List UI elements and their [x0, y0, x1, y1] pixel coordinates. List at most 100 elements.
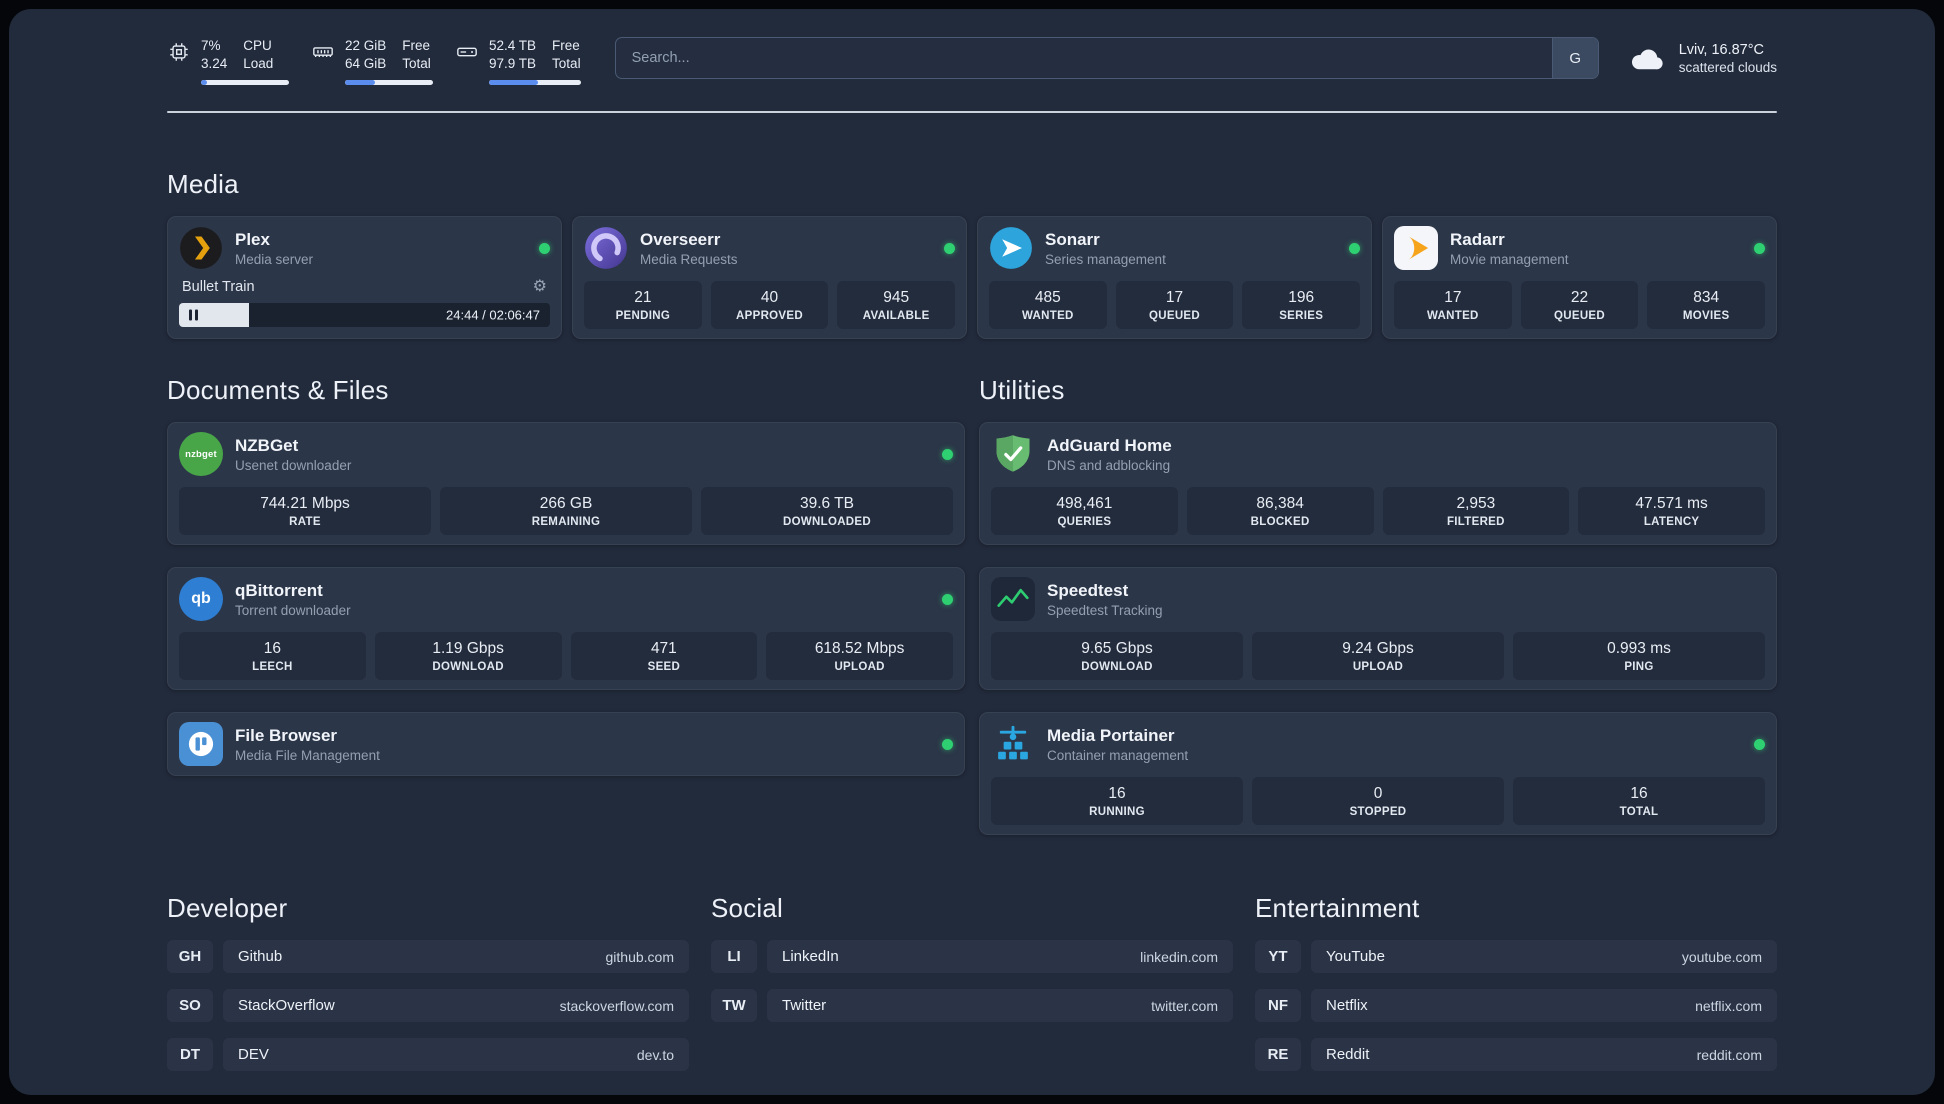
sonarr-card[interactable]: Sonarr Series management 485 WANTED 17 Q…	[977, 216, 1372, 339]
ram-labels: Free Total	[402, 38, 431, 71]
documents-section-title: Documents & Files	[167, 375, 389, 405]
app-name: Speedtest	[1047, 580, 1129, 600]
sonarr-icon	[989, 226, 1033, 270]
stat-label: WANTED	[1022, 310, 1074, 322]
stat-available: 945 AVAILABLE	[837, 281, 956, 329]
youtube-link[interactable]: YouTube youtube.com	[1311, 940, 1777, 973]
stat-upload: 9.24 Gbps UPLOAD	[1252, 632, 1504, 680]
pause-button[interactable]	[189, 309, 198, 321]
github-abbr-tile[interactable]: GH	[167, 940, 213, 973]
radarr-card[interactable]: Radarr Movie management 17 WANTED 22 QUE…	[1382, 216, 1777, 339]
weather-location: Lviv, 16.87°C	[1678, 41, 1765, 58]
entertainment-section-title: Entertainment	[1255, 893, 1420, 923]
stat-rate: 744.21 Mbps RATE	[179, 487, 431, 535]
playback-progressbar[interactable]: 24:44 / 02:06:47	[179, 303, 550, 327]
stat-label: SERIES	[1279, 310, 1324, 322]
reddit-link[interactable]: Reddit reddit.com	[1311, 1038, 1777, 1071]
twitter-link[interactable]: Twitter twitter.com	[767, 989, 1233, 1022]
developer-section: Developer GH Github github.com SO StackO…	[167, 893, 689, 1087]
adguard-card[interactable]: AdGuard Home DNS and adblocking 498,461 …	[979, 422, 1777, 545]
netflix-link[interactable]: Netflix netflix.com	[1311, 989, 1777, 1022]
bookmark-youtube[interactable]: YT YouTube youtube.com	[1255, 940, 1777, 973]
stat-label: DOWNLOAD	[432, 661, 504, 673]
linkedin-link[interactable]: LinkedIn linkedin.com	[767, 940, 1233, 973]
bookmark-dev[interactable]: DT DEV dev.to	[167, 1038, 689, 1071]
cpu-loadavg: 3.24	[201, 56, 228, 71]
filebrowser-card[interactable]: File Browser Media File Management	[167, 712, 965, 776]
stat-value: 17	[1444, 289, 1462, 306]
stat-label: DOWNLOAD	[1081, 661, 1153, 673]
dev-abbr-tile[interactable]: DT	[167, 1038, 213, 1071]
stat-label: APPROVED	[736, 310, 803, 322]
bookmark-twitter[interactable]: TW Twitter twitter.com	[711, 989, 1233, 1022]
speedtest-icon	[991, 577, 1035, 621]
now-playing-title: Bullet Train	[182, 279, 255, 295]
gear-icon[interactable]: ⚙	[533, 279, 547, 295]
status-dot	[539, 242, 550, 254]
app-subtitle: DNS and adblocking	[1047, 457, 1171, 473]
portainer-icon	[991, 722, 1035, 766]
qbittorrent-card[interactable]: qb qBittorrent Torrent downloader 16 LEE…	[167, 567, 965, 690]
bookmark-stackoverflow[interactable]: SO StackOverflow stackoverflow.com	[167, 989, 689, 1022]
cpu-labels: CPU Load	[243, 38, 274, 71]
stat-series: 196 SERIES	[1242, 281, 1361, 329]
search-engine-button[interactable]: G	[1551, 38, 1598, 78]
app-subtitle: Media Requests	[640, 251, 738, 267]
linkedin-abbr-tile[interactable]: LI	[711, 940, 757, 973]
app-subtitle: Movie management	[1450, 251, 1569, 267]
github-link[interactable]: Github github.com	[223, 940, 689, 973]
app-subtitle: Container management	[1047, 747, 1189, 763]
nzbget-card[interactable]: nzbget NZBGet Usenet downloader 744.21 M…	[167, 422, 965, 545]
disk-widget: 52.4 TB 97.9 TB Free Total	[455, 37, 581, 85]
app-name: NZBGet	[235, 435, 299, 455]
dashboard-panel: 7% 3.24 CPU Load 22 GiB 64 GiB Free Tota…	[9, 9, 1935, 1095]
stackoverflow-abbr-tile[interactable]: SO	[167, 989, 213, 1022]
stat-download: 1.19 Gbps DOWNLOAD	[374, 632, 562, 680]
youtube-abbr-tile[interactable]: YT	[1255, 940, 1301, 973]
bookmark-linkedin[interactable]: LI LinkedIn linkedin.com	[711, 940, 1233, 973]
stackoverflow-link[interactable]: StackOverflow stackoverflow.com	[223, 989, 689, 1022]
stat-value: 1.19 Gbps	[432, 640, 504, 657]
twitter-abbr-tile[interactable]: TW	[711, 989, 757, 1022]
app-name: Plex	[235, 229, 270, 249]
stat-label: UPLOAD	[834, 661, 885, 673]
stat-value: 834	[1693, 289, 1720, 306]
overseerr-card[interactable]: Overseerr Media Requests 21 PENDING 40 A…	[572, 216, 967, 339]
stat-value: 21	[634, 289, 652, 306]
stat-label: AVAILABLE	[862, 310, 930, 322]
app-subtitle: Media File Management	[235, 747, 380, 763]
status-dot	[942, 448, 953, 460]
stat-blocked: 86,384 BLOCKED	[1186, 487, 1374, 535]
stat-value: 39.6 TB	[799, 495, 854, 512]
weather-widget[interactable]: Lviv, 16.87°C scattered clouds	[1629, 42, 1777, 75]
netflix-abbr-tile[interactable]: NF	[1255, 989, 1301, 1022]
bookmark-github[interactable]: GH Github github.com	[167, 940, 689, 973]
status-dot	[942, 593, 953, 605]
stat-total: 16 TOTAL	[1513, 777, 1765, 825]
stat-value: 40	[760, 289, 779, 306]
search-input[interactable]	[614, 37, 1599, 79]
stat-wanted: 17 WANTED	[1394, 281, 1512, 329]
bookmark-reddit[interactable]: RE Reddit reddit.com	[1255, 1038, 1777, 1071]
stat-running: 16 RUNNING	[991, 777, 1243, 825]
stat-value: 22	[1570, 289, 1589, 306]
plex-card[interactable]: Plex Media server Bullet Train ⚙ 24:44 /…	[167, 216, 562, 339]
app-name: Overseerr	[640, 229, 721, 249]
stat-label: MOVIES	[1682, 310, 1730, 322]
bookmark-netflix[interactable]: NF Netflix netflix.com	[1255, 989, 1777, 1022]
dev-link[interactable]: DEV dev.to	[223, 1038, 689, 1071]
topbar-divider	[167, 111, 1777, 113]
stat-value: 16	[1108, 785, 1126, 802]
status-dot	[1349, 242, 1360, 254]
topbar: 7% 3.24 CPU Load 22 GiB 64 GiB Free Tota…	[167, 37, 1777, 85]
disk-total: 97.9 TB	[489, 56, 537, 71]
portainer-card[interactable]: Media Portainer Container management 16 …	[979, 712, 1777, 835]
stat-leech: 16 LEECH	[179, 632, 366, 680]
stat-label: QUERIES	[1057, 516, 1112, 528]
stat-value: 498,461	[1056, 495, 1113, 512]
stat-pending: 21 PENDING	[584, 281, 702, 329]
stat-label: WANTED	[1427, 310, 1479, 322]
stat-label: QUEUED	[1554, 310, 1606, 322]
reddit-abbr-tile[interactable]: RE	[1255, 1038, 1301, 1071]
speedtest-card[interactable]: Speedtest Speedtest Tracking 9.65 Gbps D…	[979, 567, 1777, 690]
